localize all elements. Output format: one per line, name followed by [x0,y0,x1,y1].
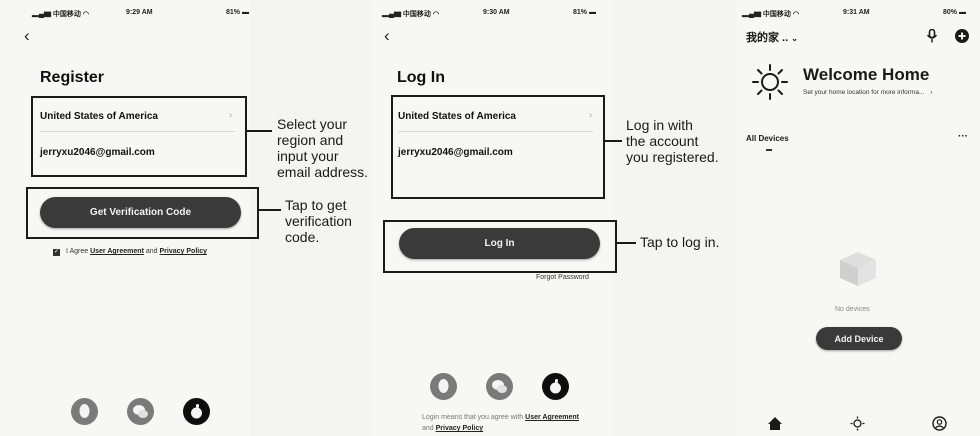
welcome-title: Welcome Home [803,65,930,84]
login-consent: Login means that you agree with User Agr… [422,412,592,434]
login-screen: ▂▄▆ 中国移动 ◠ 9:30 AM 81% ▬ ‹ [372,0,612,436]
location-prompt-text: Set your home location for more informa.… [803,89,925,96]
consent-text: Login means that you agree with [422,414,524,421]
wechat-icon[interactable] [486,373,513,400]
register-fields-highlight [31,96,247,177]
battery-icon: ▬ [241,9,249,16]
callout-fields-text: Log in with the account you registered. [626,117,719,165]
user-agreement-link[interactable]: User Agreement [525,414,579,421]
carrier-label: 中国移动 [762,11,791,18]
callout-line [604,140,622,142]
callout-line [247,130,272,132]
scene-icon[interactable] [850,416,865,436]
add-icon[interactable] [955,29,969,48]
signal-icon: ▂▄▆ [382,11,401,18]
email-field[interactable]: jerryxu2046@gmail.com [40,147,155,158]
battery-percent: 81% [226,9,241,16]
add-device-button[interactable]: Add Device [816,327,902,350]
carrier-label: 中国移动 [402,11,431,18]
apple-icon[interactable] [183,398,210,425]
get-verification-code-button[interactable]: Get Verification Code [40,197,241,228]
no-devices-text: No devices [835,306,870,313]
location-prompt[interactable]: Set your home location for more informa.… [803,89,932,96]
divider [398,131,593,132]
profile-icon[interactable] [932,416,947,436]
chevron-right-icon: › [229,110,233,121]
checkbox-icon[interactable]: ✓ [53,249,60,256]
login-title: Log In [397,69,445,86]
user-agreement-link[interactable]: User Agreement [90,248,144,255]
log-in-button[interactable]: Log In [399,228,600,259]
privacy-policy-link[interactable]: Privacy Policy [160,248,207,255]
wifi-icon: ◠ [792,11,799,18]
back-arrow-icon[interactable]: ‹ [24,26,30,46]
tab-label: All Devices [746,134,789,143]
tab-indicator [766,149,772,151]
battery-percent: 81% [573,9,588,16]
wechat-icon[interactable] [127,398,154,425]
wifi-icon: ◠ [432,11,439,18]
home-icon[interactable] [768,417,782,435]
wifi-icon: ◠ [82,11,89,18]
signal-icon: ▂▄▆ [742,11,761,18]
home-screen: ▂▄▆ 中国移动 ◠ 9:31 AM 80% ▬ 我的家 .. ⌄ Welcom… [736,0,980,436]
privacy-policy-link[interactable]: Privacy Policy [436,425,483,432]
email-field[interactable]: jerryxu2046@gmail.com [398,147,513,158]
callout-line [259,209,281,211]
status-bar: ▂▄▆ 中国移动 ◠ [742,9,799,19]
callout-fields-text: Select your region and input your email … [277,116,369,180]
battery-icon: ▬ [958,9,966,16]
carrier-label: 中国移动 [52,11,81,18]
register-title: Register [40,69,105,86]
status-bar: ▂▄▆ 中国移动 ◠ [382,9,439,19]
region-select[interactable]: United States of America [398,111,516,122]
status-time: 9:31 AM [843,9,870,16]
tab-all-devices[interactable]: All Devices [746,134,789,151]
status-battery: 81% ▬ [226,9,249,16]
home-selector[interactable]: 我的家 .. ⌄ [746,29,798,45]
home-name: 我的家 .. [746,32,789,44]
agreement-row: ✓ I Agree User Agreement and Privacy Pol… [53,248,207,256]
and-text: and [422,425,434,432]
forgot-password-link[interactable]: Forgot Password [536,274,589,281]
region-select[interactable]: United States of America [40,111,158,122]
status-time: 9:29 AM [126,9,153,16]
chevron-right-icon: › [930,89,933,96]
back-arrow-icon[interactable]: ‹ [384,26,390,46]
sun-icon [750,62,790,107]
signal-icon: ▂▄▆ [32,11,51,18]
and-text: and [145,248,158,255]
battery-percent: 80% [943,9,958,16]
callout-button-text: Tap to log in. [640,234,720,250]
battery-icon: ▬ [588,9,596,16]
agree-text: I Agree [65,248,89,255]
status-time: 9:30 AM [483,9,510,16]
more-options-button[interactable]: ··· [958,131,968,142]
status-battery: 80% ▬ [943,9,966,16]
qq-icon[interactable] [430,373,457,400]
callout-line [615,242,636,244]
status-battery: 81% ▬ [573,9,596,16]
qq-icon[interactable] [71,398,98,425]
apple-icon[interactable] [542,373,569,400]
chevron-right-icon: › [589,110,593,121]
empty-box-icon [830,248,886,293]
divider [40,131,235,132]
chevron-down-icon: ⌄ [791,34,798,43]
callout-button-text: Tap to get verification code. [285,197,352,245]
microphone-icon[interactable] [926,28,938,48]
